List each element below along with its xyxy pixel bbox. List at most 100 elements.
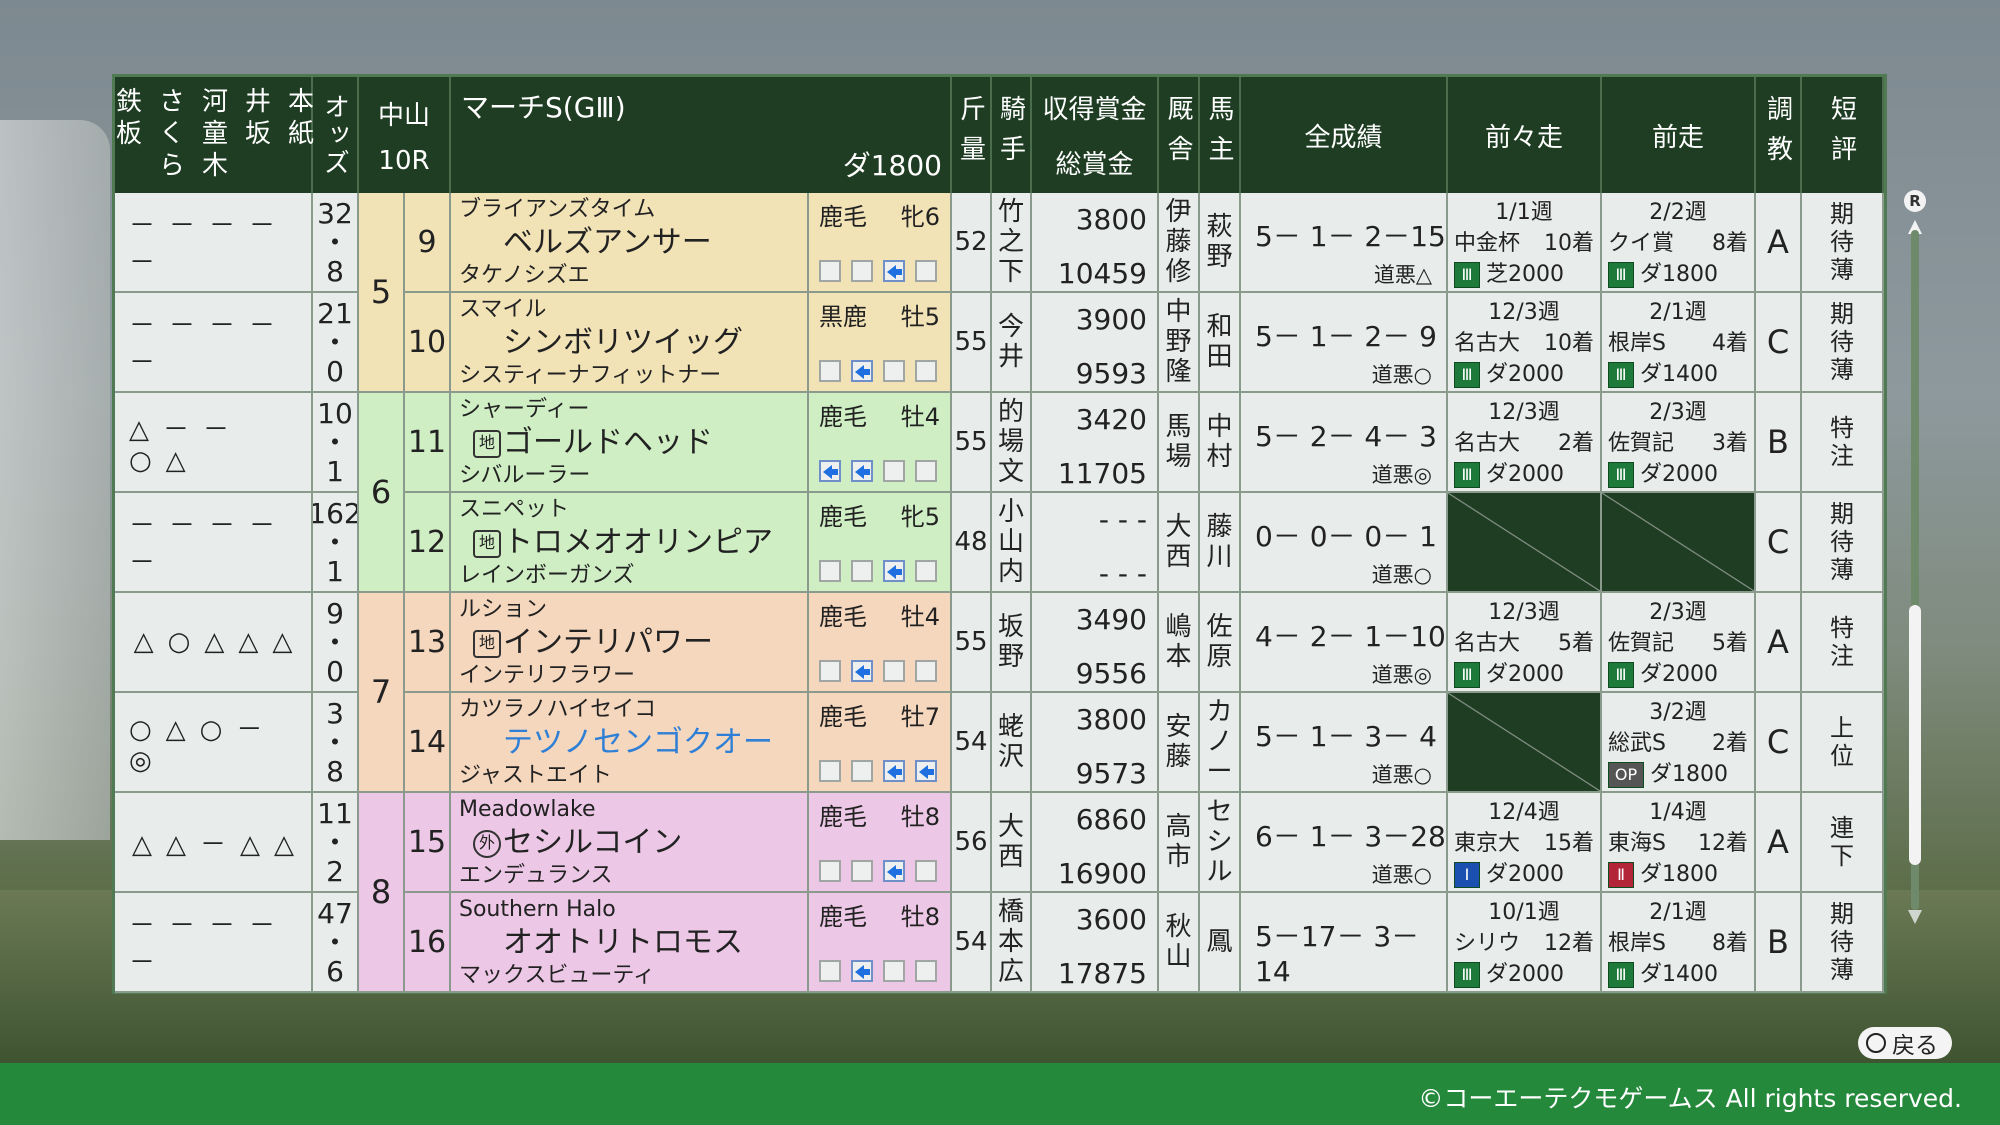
prediction-marks: －－－－－ (115, 193, 313, 293)
owner-name-char: 和 (1206, 312, 1233, 342)
horse-name[interactable]: 地インテリパワー (459, 623, 799, 663)
carried-weight: 52 (952, 193, 992, 293)
sire-name: スマイル (459, 297, 547, 322)
scroll-thumb[interactable] (1909, 605, 1921, 865)
table-row[interactable]: －－－－－162・112スニペット地トロメオオリンピアレインボーガンズ鹿毛牝54… (115, 493, 1884, 593)
race-surface: Ⅰ ダ2000 (1454, 859, 1594, 890)
grade-badge: Ⅲ (1454, 262, 1480, 288)
grade-badge: OP (1608, 762, 1644, 788)
running-style-box (851, 260, 873, 282)
header-prize: 収得賞金 総賞金 (1032, 77, 1159, 193)
coat-color: 鹿毛 (819, 903, 867, 931)
dam-name: タケノシズエ (459, 263, 590, 288)
scrollbar[interactable]: R (1904, 190, 1926, 960)
race-result: 中金杯 10着 (1454, 228, 1594, 259)
horse-name[interactable]: ベルズアンサー (459, 223, 799, 263)
header-stable-label: 厩舎 (1163, 95, 1193, 175)
stable-name: 中野隆 (1159, 293, 1200, 393)
race-place: 2着 (1712, 731, 1748, 756)
stable-name-char: 場 (1165, 442, 1192, 472)
table-row[interactable]: －－－－－ 21 ・ 0 10 スマイル シンボリツイッグ システィーナフィットナー 黒鹿 牡5 5… (115, 293, 1884, 393)
jockey-name-char: 大 (997, 812, 1024, 842)
stable-name: 秋山 (1159, 893, 1200, 993)
back-button[interactable]: 戻る (1858, 1027, 1952, 1059)
horse-name-text: トロメオオリンピア (503, 525, 773, 560)
earned-prize: 3800 (1075, 703, 1147, 736)
race-date: 2/3週 (1649, 600, 1707, 625)
table-header: 鉄板 さくら 河童木 井坂 本紙 オッズ 中山 10R マーチS(GⅢ) ダ1800 斤量 騎手 収得賞… (112, 77, 1884, 193)
race-place: 10着 (1544, 231, 1594, 256)
horse-name[interactable]: オオトリトロモス (459, 923, 799, 963)
prediction-marks: △△－△△ (115, 793, 313, 893)
career-record: 5－ 2－ 4－ 3 道悪◎ (1241, 393, 1448, 493)
surface-distance: ダ2000 (1486, 362, 1564, 387)
horse-info: シャーディー地ゴールドヘッド シバルーラー (451, 393, 809, 493)
previous-race-1: 2/1週 根岸S 8着 Ⅲ ダ1400 (1602, 893, 1756, 993)
surface-distance: ダ1800 (1640, 262, 1718, 287)
origin-tag: 地 (473, 429, 501, 458)
header-record-label: 全成績 (1304, 122, 1383, 153)
running-style-boxes (819, 960, 940, 982)
horse-number: 10 (405, 293, 451, 393)
grade-badge: Ⅲ (1608, 462, 1634, 488)
previous-race-1: 2/1週 根岸S 4着 Ⅲ ダ1400 (1602, 293, 1756, 393)
header-mark-0: 鉄板 (111, 87, 142, 151)
owner-name-char: 村 (1206, 442, 1233, 472)
race-name: 根岸S (1608, 931, 1666, 956)
grade-badge: Ⅱ (1608, 862, 1634, 888)
stable-name-char: 安 (1165, 712, 1192, 742)
horse-name[interactable]: 地ゴールドヘッド (459, 423, 799, 463)
record-text: 0－ 0－ 0－ 1 (1255, 520, 1437, 553)
sex-age: 牡4 (900, 603, 940, 631)
owner-name-char: シ (1206, 827, 1233, 857)
table-row[interactable]: －－－－－ 47 ・ 6 16 Southern Halo オオトリトロモス マックスビューテ… (115, 893, 1884, 993)
stable-name-char: 嶋 (1165, 612, 1192, 642)
horse-name[interactable]: 外セシルコイン (459, 823, 799, 863)
grade-badge: Ⅲ (1454, 962, 1480, 988)
header-jockey-label: 騎手 (995, 95, 1026, 175)
race-name: 名古大 (1454, 431, 1521, 456)
horse-name[interactable]: テツノセンゴクオー (459, 723, 799, 763)
horse-name[interactable]: シンボリツイッグ (459, 323, 799, 363)
table-row[interactable]: △△－△△ 11 ・ 2 15 Meadowlake 外セシルコイン エンデュランス 鹿毛 牡8 5… (115, 793, 1884, 893)
total-prize: 17875 (1057, 957, 1147, 990)
dam-name: システィーナフィットナー (459, 363, 722, 388)
jockey-name: 竹之下 (992, 193, 1032, 293)
table-row[interactable]: －－－－－ 32 ・ 8 9 ブライアンズタイム ベルズアンサー タケノシズエ 鹿毛 牝6 52 竹之… (115, 193, 1884, 293)
race-place: 12着 (1544, 931, 1594, 956)
dam-name: レインボーガンズ (459, 563, 635, 588)
table-row[interactable]: △－－○△ 10 ・ 1 11 シャーディー地ゴールドヘッド シバルーラー 鹿毛 牡4 55 的場文… (115, 393, 1884, 493)
running-style-arrow-icon (883, 760, 905, 782)
table-row[interactable]: △○△△△ 9 ・ 0 13 ルション地インテリパワー インテリフラワー 鹿毛 牡4 55 坂野 34… (115, 593, 1884, 693)
running-style-arrow-icon (883, 860, 905, 882)
jockey-name-char: 之 (997, 227, 1024, 257)
running-style-arrow-icon (851, 460, 873, 482)
career-record: 5－17－ 3－14 道悪○ (1241, 893, 1448, 993)
owner-name: セシル (1200, 793, 1241, 893)
horse-number: 11 (405, 393, 451, 493)
header-odds-label: オッズ (319, 93, 350, 177)
jockey-name-char: 的 (997, 397, 1024, 427)
race-surface: Ⅱ ダ1800 (1608, 859, 1748, 890)
total-prize: - - - (1098, 557, 1147, 590)
odds-cell: 47 ・ 6 (313, 893, 359, 993)
prize-cell: 6860 16900 (1032, 793, 1159, 893)
scroll-down-arrow-icon[interactable] (1908, 910, 1922, 924)
race-date: 1/1週 (1495, 200, 1553, 225)
race-result: 名古大 5着 (1454, 628, 1594, 659)
race-result: 名古大 10着 (1454, 328, 1594, 359)
jockey-name-char: 沢 (997, 742, 1024, 772)
table-row[interactable]: ○△○－◎ 3 ・ 8 14 カツラノハイセイコ テツノセンゴクオー ジャストエイト 鹿毛 牡7 5… (115, 693, 1884, 793)
race-place: 4着 (1712, 331, 1748, 356)
short-evaluation-char: 特 (1830, 614, 1854, 642)
header-mark-2: 河童木 (197, 87, 228, 183)
short-evaluation: 特注 (1802, 393, 1884, 493)
owner-name: 和田 (1200, 293, 1241, 393)
sire-name: カツラノハイセイコ (459, 697, 657, 722)
sire-name: ブライアンズタイム (459, 197, 656, 222)
horse-name[interactable]: 地トロメオオリンピア (459, 523, 799, 563)
odds-cell: 11 ・ 2 (313, 793, 359, 893)
track-condition: 道悪◎ (1371, 463, 1432, 487)
earned-prize: - - - (1098, 503, 1147, 536)
owner-name-char: 川 (1206, 542, 1233, 572)
